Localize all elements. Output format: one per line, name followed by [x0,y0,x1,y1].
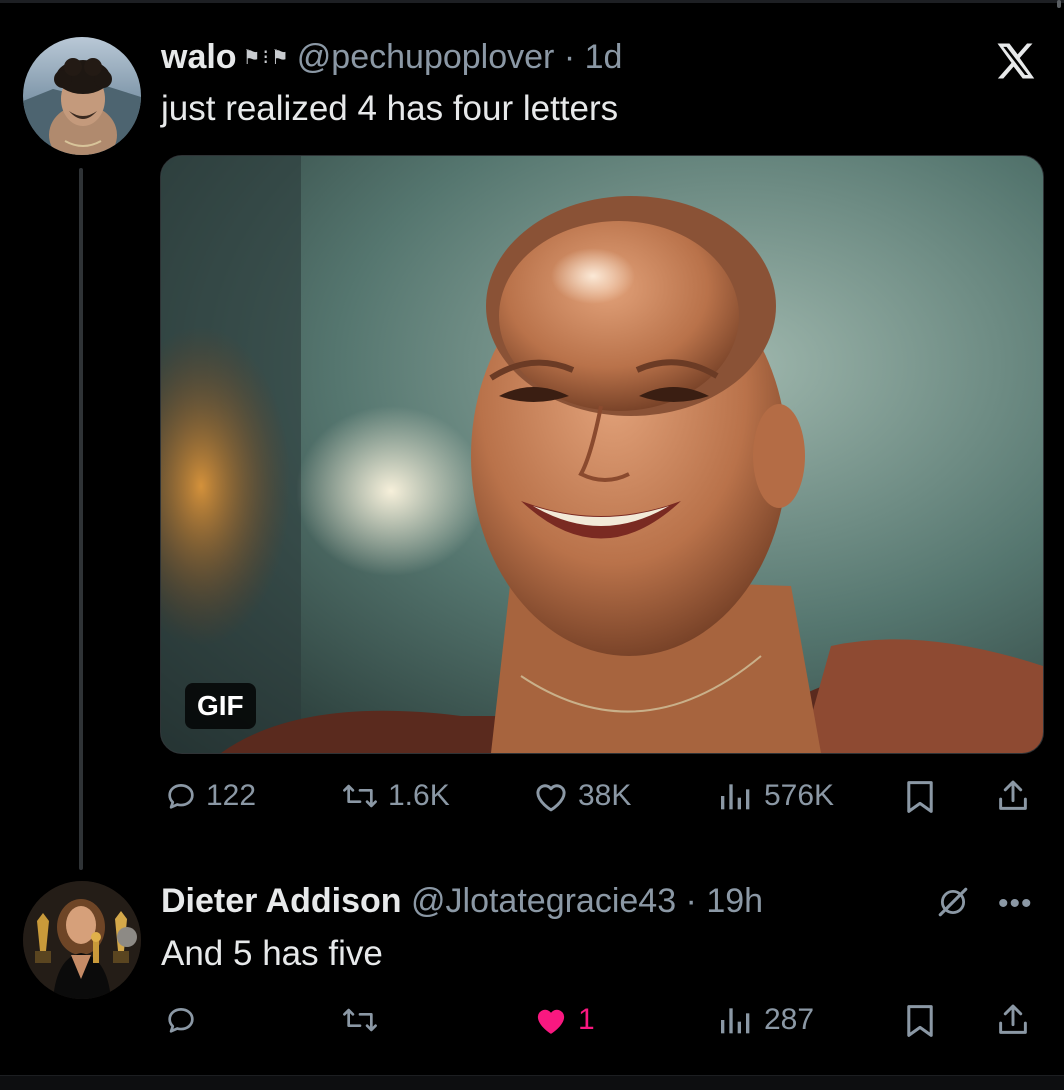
share-icon [999,780,1027,810]
repost-button[interactable]: 1.6K [340,779,450,813]
views-bar-chart-icon [721,784,750,810]
views-button[interactable]: 576K [716,779,834,813]
reply-count: 122 [206,779,257,812]
bottom-divider [0,1075,1064,1090]
tweet-media-gif[interactable]: GIF [160,155,1044,754]
gif-image [161,156,1043,753]
reply-icon [168,1008,194,1033]
display-name[interactable]: walo [161,38,237,76]
views-count: 287 [764,1003,815,1036]
like-button-active[interactable]: 1 [532,1003,595,1037]
grok-slash-icon[interactable] [936,885,970,919]
bookmark-icon [907,1005,933,1037]
x-logo-icon[interactable] [994,40,1036,82]
handle-and-time[interactable]: @Jlotategracie43 · 19h [411,882,763,920]
bookmark-button[interactable] [904,779,936,815]
bookmark-button[interactable] [904,1003,936,1039]
repost-icon [343,784,377,808]
heart-icon [536,784,566,812]
avatar-image [23,37,141,155]
heart-filled-icon [537,1009,565,1034]
repost-button[interactable] [340,1003,388,1037]
views-button[interactable]: 287 [716,1003,814,1037]
bookmark-icon [907,781,933,813]
share-button[interactable] [996,777,1030,815]
avatar-image [23,881,141,999]
thread-connector-line [79,168,83,870]
avatar-walo[interactable] [23,37,141,155]
reply-header: Dieter Addison @Jlotategracie43 · 19h [161,881,763,921]
reply-text: And 5 has five [161,934,383,973]
repost-count: 1.6K [388,779,450,812]
handle-and-time[interactable]: @pechupoplover · 1d [297,38,623,76]
flag-emoji-icons: ⚑⁝⚑ [242,47,291,69]
repost-icon [343,1008,377,1032]
reply-button[interactable]: 122 [164,779,256,813]
reply-button[interactable] [164,1003,206,1037]
display-name[interactable]: Dieter Addison [161,882,402,920]
share-icon [999,1004,1027,1034]
avatar-dieter-addison[interactable] [23,881,141,999]
views-count: 576K [764,779,835,812]
share-button[interactable] [996,1001,1030,1039]
like-button[interactable]: 38K [532,779,631,813]
scrollbar-thumb[interactable] [1057,0,1061,8]
more-dots-icon[interactable]: ••• [998,889,1033,919]
like-count: 38K [578,779,632,812]
reply-icon [168,784,194,809]
top-divider [0,0,1064,3]
tweet-text: just realized 4 has four letters [161,89,619,128]
gif-badge: GIF [185,683,256,729]
views-bar-chart-icon [721,1008,750,1034]
tweet-header: walo ⚑⁝⚑ @pechupoplover · 1d [161,37,622,78]
like-count: 1 [578,1003,595,1036]
